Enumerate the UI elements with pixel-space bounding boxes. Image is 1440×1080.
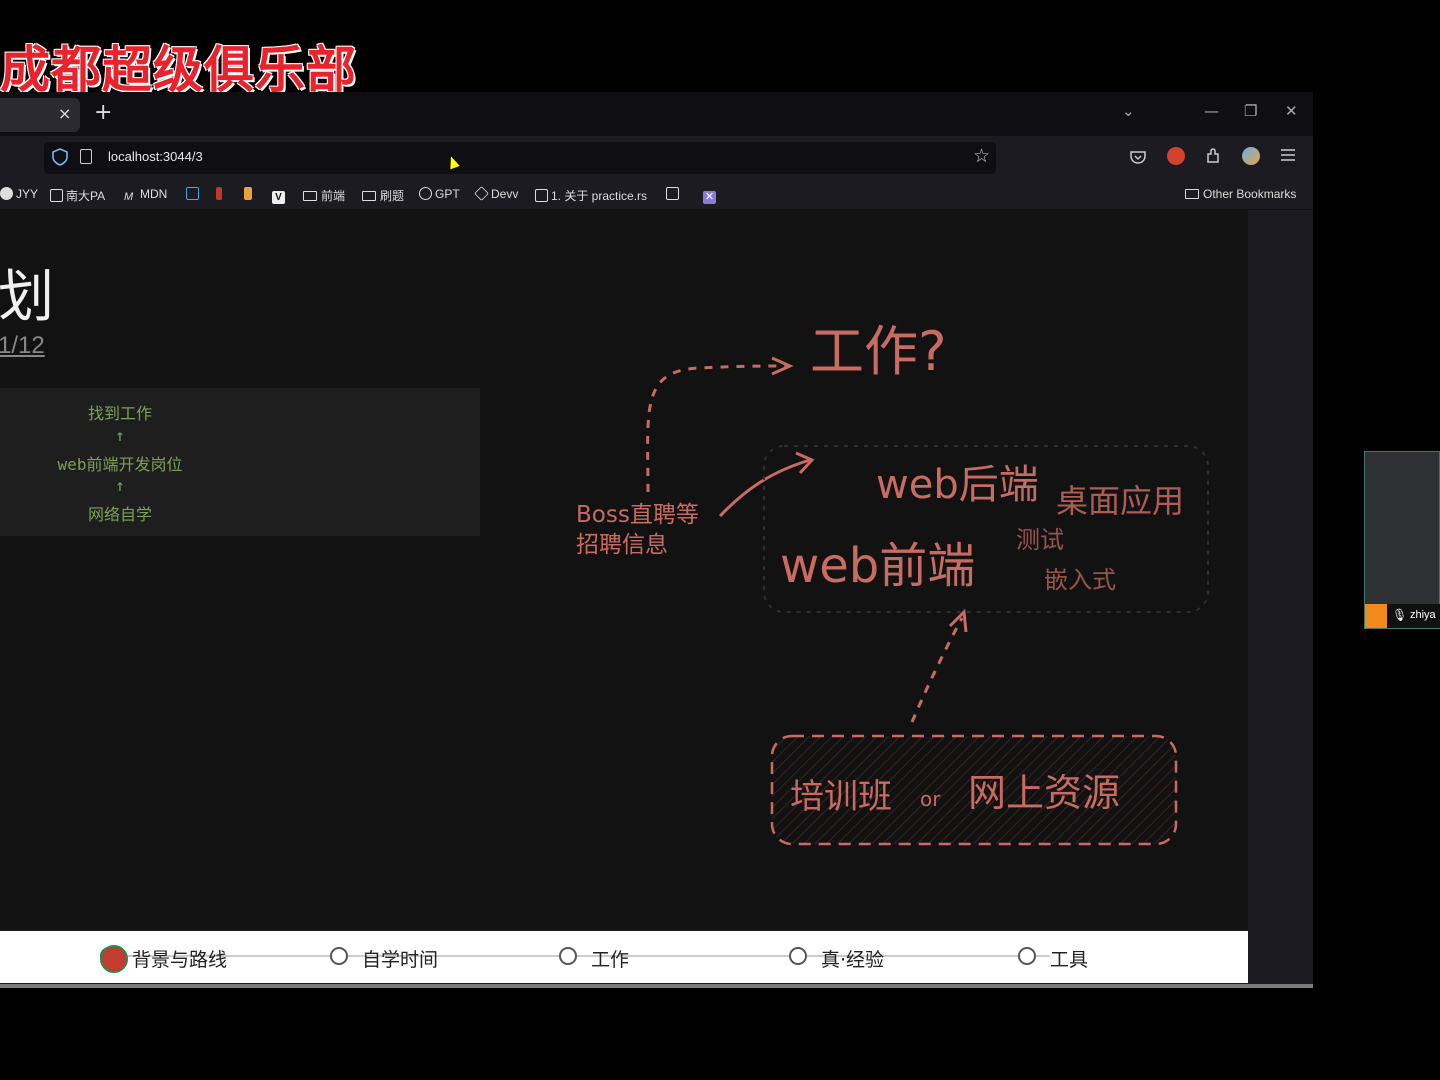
bookmark-giraffe[interactable] <box>244 187 255 201</box>
goal-text: 工作? <box>810 320 947 383</box>
extensions-icon[interactable] <box>1205 148 1221 164</box>
progress-avatar-icon <box>100 945 128 973</box>
book-icon <box>666 187 679 200</box>
tab-bar: × + ⌄ — ❐ ✕ <box>0 92 1313 136</box>
mdn-icon: M <box>124 191 134 203</box>
step-label: 自学时间 <box>362 949 439 971</box>
desktop-text: 桌面应用 <box>1056 482 1184 520</box>
openai-icon <box>419 187 432 200</box>
bookmark-label: 前端 <box>321 189 346 203</box>
bookmark-label: Devv <box>491 187 519 201</box>
folder-icon <box>1185 189 1199 199</box>
arrow-to-goal <box>646 364 789 493</box>
webcam-tile[interactable]: 🎙 zhiya <box>1364 451 1440 629</box>
bookmark-book[interactable] <box>666 187 682 201</box>
shield-icon[interactable] <box>52 148 68 166</box>
bookmark-label: 南大PA <box>66 189 106 203</box>
bookmark-nju-pa[interactable]: 南大PA <box>50 187 105 204</box>
web-frontend-text: web前端 <box>780 538 975 594</box>
bookmark-label: JYY <box>16 187 39 201</box>
bookmark-v[interactable]: V <box>272 187 288 204</box>
mic-icon: 🎙 <box>1392 608 1408 622</box>
site-icon <box>0 187 13 200</box>
arrow-from-training <box>910 617 964 723</box>
webcam-bar: 🎙 zhiya <box>1365 604 1440 628</box>
bottom-divider <box>0 984 1313 988</box>
avatar-icon[interactable] <box>1167 147 1185 165</box>
step-dot <box>1018 947 1036 965</box>
page-icon <box>80 149 92 164</box>
bookmark-label: 1. 关于 practice.rs <box>551 189 648 203</box>
source-text-2: 招聘信息 <box>576 532 668 558</box>
testing-text: 测试 <box>1016 526 1064 554</box>
url-bar[interactable]: localhost:3044/3 ☆ <box>44 142 996 174</box>
giraffe-icon <box>244 187 252 200</box>
web-backend-text: web后端 <box>876 462 1039 508</box>
tab-close-icon[interactable]: × <box>58 104 71 123</box>
book-icon <box>535 189 548 202</box>
training-text: 培训班 <box>790 777 892 817</box>
new-tab-button[interactable]: + <box>94 100 112 125</box>
bookmark-gpt[interactable]: GPT <box>419 187 460 201</box>
figure-icon <box>216 187 222 200</box>
step-label: 真·经验 <box>821 949 885 971</box>
progress-bar: 背景与路线 自学时间 工作 真·经验 工具 <box>0 931 1248 983</box>
menu-icon[interactable] <box>1281 149 1295 161</box>
close-window-button[interactable]: ✕ <box>1285 102 1298 120</box>
bookmark-label: MDN <box>140 187 168 201</box>
step-label: 工具 <box>1050 949 1089 971</box>
bookmark-figure[interactable] <box>216 187 225 201</box>
hand-drawn-diagram: 工作? Boss直聘等 招聘信息 web后端 桌面应用 web前端 测试 嵌入式… <box>576 320 1209 846</box>
bookmarks-bar: JYY 南大PA M MDN V 前端 刷题 GPT Devv 1. 关于 pra… <box>0 180 1313 210</box>
embedded-text: 嵌入式 <box>1044 566 1116 594</box>
source-text-1: Boss直聘等 <box>576 502 699 528</box>
x-icon: ✕ <box>703 191 716 204</box>
other-bookmarks[interactable]: Other Bookmarks <box>1185 187 1296 201</box>
other-bookmarks-label: Other Bookmarks <box>1203 187 1297 201</box>
bookmark-label: GPT <box>435 187 460 201</box>
minimize-button[interactable]: — <box>1204 102 1219 120</box>
browser-tab[interactable]: × <box>0 98 80 132</box>
folder-icon <box>362 191 376 201</box>
nav-bar: localhost:3044/3 ☆ <box>0 136 1313 180</box>
step-dot <box>559 947 577 965</box>
step-dot <box>330 947 348 965</box>
bookmark-devv[interactable]: Devv <box>474 186 519 201</box>
bookmark-practice-rs[interactable]: 1. 关于 practice.rs <box>535 187 647 204</box>
bookmark-x[interactable]: ✕ <box>703 187 719 204</box>
or-text: or <box>920 787 941 811</box>
v-icon: V <box>272 191 285 204</box>
step-dot <box>789 947 807 965</box>
cube-icon <box>474 186 489 201</box>
restore-button[interactable]: ❐ <box>1244 102 1257 120</box>
bookmark-folder-frontend[interactable]: 前端 <box>303 187 345 204</box>
bookmark-label: 刷题 <box>380 189 405 203</box>
bookmark-star-icon[interactable]: ☆ <box>973 145 990 167</box>
extension-icon[interactable] <box>1242 147 1260 165</box>
webcam-name: zhiya <box>1410 609 1436 621</box>
list-tabs-icon[interactable]: ⌄ <box>1122 102 1135 120</box>
bookmark-folder-leetcode[interactable]: 刷题 <box>362 187 404 204</box>
folder-icon <box>303 191 317 201</box>
pocket-icon[interactable] <box>1130 150 1146 164</box>
bookmark-jyy[interactable]: JYY <box>0 187 38 201</box>
url-text[interactable]: localhost:3044/3 <box>108 149 203 164</box>
online-resources-text: 网上资源 <box>968 771 1120 815</box>
bilibili-icon <box>186 187 199 200</box>
bookmark-bilibili[interactable] <box>186 187 202 201</box>
bookmark-mdn[interactable]: M MDN <box>124 187 167 204</box>
user-icon <box>1365 604 1387 628</box>
step-label: 背景与路线 <box>132 949 228 971</box>
step-label: 工作 <box>591 949 630 971</box>
slide-content: 划 1/12 找到工作 ↑ web前端开发岗位 ↑ 网络自学 工作? Boss直… <box>0 210 1248 930</box>
arrow-head <box>948 608 968 633</box>
book-icon <box>50 189 63 202</box>
